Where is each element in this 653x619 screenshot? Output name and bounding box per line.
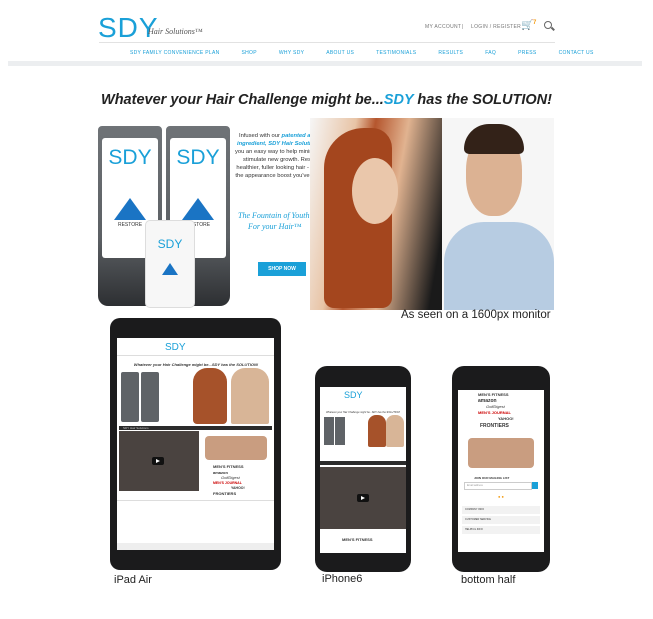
bottom-press-mensjournal: MEN'S JOURNAL — [478, 410, 511, 415]
iphone-headline: Whatever your Hair Challenge might be...… — [325, 411, 400, 414]
shop-now-button[interactable]: SHOP NOW — [258, 262, 306, 276]
nav-item-testimonials[interactable]: TESTIMONIALS — [376, 50, 416, 56]
ipad-man — [231, 368, 269, 424]
ipad-footer-line — [117, 500, 274, 501]
ipad-logo: SDY — [165, 342, 186, 353]
nav-item-family-plan[interactable]: SDY FAMILY CONVENIENCE PLAN — [130, 50, 220, 56]
iphone-logo: SDY — [344, 390, 363, 400]
cart-icon[interactable]: 🛒 — [521, 20, 533, 31]
hero-copy-a: Infused with our — [238, 133, 282, 139]
iphone-video-bar — [320, 461, 406, 465]
nav-item-about-us[interactable]: ABOUT US — [326, 50, 354, 56]
iphone-device: SDY Whatever your Hair Challenge might b… — [315, 366, 411, 572]
man-shirt — [444, 222, 554, 310]
ipad-video-player[interactable] — [119, 431, 199, 491]
tube-brand: SDY — [108, 146, 152, 169]
bottom-row-customer-service[interactable]: CUSTOMER SERVICE — [462, 516, 540, 524]
bottom-row-company-info[interactable]: COMPANY INFO — [462, 506, 540, 514]
ipad-press-mensjournal: MEN'S JOURNAL — [213, 481, 242, 485]
headline-tail: has the SOLUTION! — [413, 92, 552, 108]
nav-item-contact-us[interactable]: CONTACT US — [559, 50, 594, 56]
nav-item-why-sdy[interactable]: WHY SDY — [279, 50, 304, 56]
ipad-results-photo — [205, 436, 267, 460]
headline-brand: SDY — [383, 92, 414, 108]
phone-bottom-screen: MEN'S FITNESS amazon GolfDigest MEN'S JO… — [458, 390, 544, 552]
ipad-tube-2 — [141, 372, 159, 422]
search-icon[interactable] — [544, 21, 552, 29]
ipad-press-mensfitness: MEN'S FITNESS — [213, 464, 244, 469]
ipad-press-frontiers: FRONTIERS — [213, 491, 237, 496]
iphone-caption: iPhone6 — [322, 573, 363, 585]
nav-item-shop[interactable]: SHOP — [242, 50, 257, 56]
bottom-join-heading: JOIN OUR MAILING LIST — [474, 476, 510, 480]
bottom-results-photo — [468, 438, 534, 468]
ipad-tube-1 — [121, 372, 139, 422]
cart-count-badge: 7 — [533, 20, 537, 26]
iphone-screen: SDY Whatever your Hair Challenge might b… — [320, 387, 406, 553]
ipad-footer-bar — [117, 543, 274, 550]
nav-item-results[interactable]: RESULTS — [438, 50, 463, 56]
header-band — [8, 61, 642, 66]
seen-on-monitor-label: As seen on a 1600px monitor — [401, 309, 551, 321]
phone-bottom-device: MEN'S FITNESS amazon GolfDigest MEN'S JO… — [452, 366, 550, 572]
bottom-press-mensfitness: MEN'S FITNESS — [478, 392, 509, 397]
supplement-bottle-image: SDY — [145, 220, 195, 308]
iphone-tube-2 — [335, 417, 345, 445]
tube-brand: SDY — [176, 146, 220, 169]
page-headline: Whatever your Hair Challenge might be...… — [0, 92, 653, 108]
play-icon[interactable] — [152, 457, 164, 465]
ipad-press-golfdigest: GolfDigest — [221, 475, 240, 480]
iphone-tube-1 — [324, 417, 334, 445]
ipad-woman — [193, 368, 227, 424]
my-account-link[interactable]: MY ACCOUNT — [425, 24, 461, 30]
bottom-press-frontiers: FRONTIERS — [480, 423, 509, 429]
bottom-half-caption: bottom half — [461, 574, 516, 586]
ipad-nav-line — [117, 355, 274, 356]
ipad-headline: Whatever your Hair Challenge might be...… — [133, 362, 259, 367]
ipad-device: SDY Whatever your Hair Challenge might b… — [110, 318, 281, 570]
social-icons[interactable]: ● ● — [498, 494, 504, 499]
ipad-caption: iPad Air — [114, 574, 152, 586]
headline-text: Whatever your Hair Challenge might be... — [101, 92, 384, 108]
play-icon[interactable] — [357, 494, 369, 502]
logo-tagline: Hair Solutions™ — [148, 27, 203, 36]
iphone-man — [386, 415, 404, 447]
hero-banner: SDY RESTORE SDY RESTORE SDY Infused with… — [98, 118, 554, 310]
iphone-video-player[interactable] — [320, 467, 406, 529]
nav-item-faq[interactable]: FAQ — [485, 50, 496, 56]
woman-face — [352, 158, 398, 224]
main-nav: SDY FAMILY CONVENIENCE PLAN SHOP WHY SDY… — [130, 50, 616, 56]
bottom-row-helpful-info[interactable]: HELPFUL INFO — [462, 526, 540, 534]
bottom-press-yahoo: YAHOO! — [498, 416, 514, 421]
ipad-video-title: SDY Hair Solutions — [123, 426, 149, 430]
bottom-press-golfdigest: GolfDigest — [486, 404, 505, 409]
login-register-link[interactable]: LOGIN / REGISTER — [471, 24, 521, 30]
bottle-brand: SDY — [157, 237, 183, 251]
bottom-email-input[interactable]: Email address — [464, 482, 532, 490]
ipad-press-yahoo: YAHOO! — [231, 486, 245, 490]
nav-item-press[interactable]: PRESS — [518, 50, 536, 56]
iphone-woman — [368, 415, 386, 447]
bottom-subscribe-button[interactable] — [532, 482, 538, 489]
nav-divider — [99, 42, 555, 43]
ipad-screen: SDY Whatever your Hair Challenge might b… — [117, 338, 274, 550]
iphone-press-mensfitness: MEN'S FITNESS — [342, 537, 373, 542]
util-separator: | — [462, 24, 464, 30]
